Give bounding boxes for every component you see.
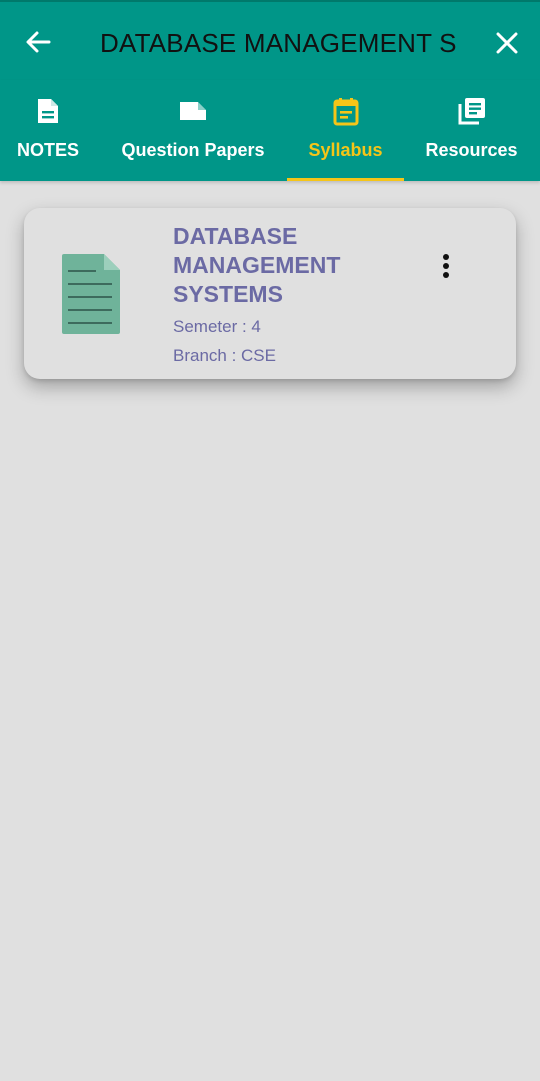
tab-label: Question Papers	[121, 140, 265, 160]
file-document-icon	[62, 254, 120, 334]
close-button[interactable]	[490, 26, 524, 60]
tab-notes[interactable]: NOTES	[8, 80, 88, 181]
tab-bar: NOTES Question Papers Syllabus Resources	[0, 80, 540, 181]
back-button[interactable]	[22, 26, 54, 58]
tab-label: Resources	[425, 140, 518, 160]
arrow-back-icon	[26, 31, 51, 53]
tab-label: Syllabus	[308, 140, 383, 160]
note-icon	[180, 102, 206, 120]
app-bar	[0, 0, 540, 80]
tab-resources[interactable]: Resources	[420, 80, 523, 181]
close-icon	[496, 32, 518, 54]
subject-title: DATABASE MANAGEMENT SYSTEMS	[173, 223, 341, 307]
syllabus-card[interactable]: DATABASE MANAGEMENT SYSTEMS Semeter : 4 …	[24, 208, 516, 379]
more-options-button[interactable]	[432, 250, 460, 282]
calendar-icon	[333, 98, 358, 126]
library-books-icon	[458, 98, 485, 125]
document-icon	[38, 99, 58, 123]
tab-question-papers[interactable]: Question Papers	[112, 80, 274, 181]
search-input[interactable]	[100, 24, 460, 62]
active-tab-indicator	[287, 178, 404, 181]
more-vert-icon	[443, 254, 449, 278]
semester-label: Semeter : 4	[173, 317, 261, 336]
tab-syllabus[interactable]: Syllabus	[287, 80, 404, 181]
branch-label: Branch : CSE	[173, 346, 276, 365]
tab-label: NOTES	[16, 140, 79, 160]
